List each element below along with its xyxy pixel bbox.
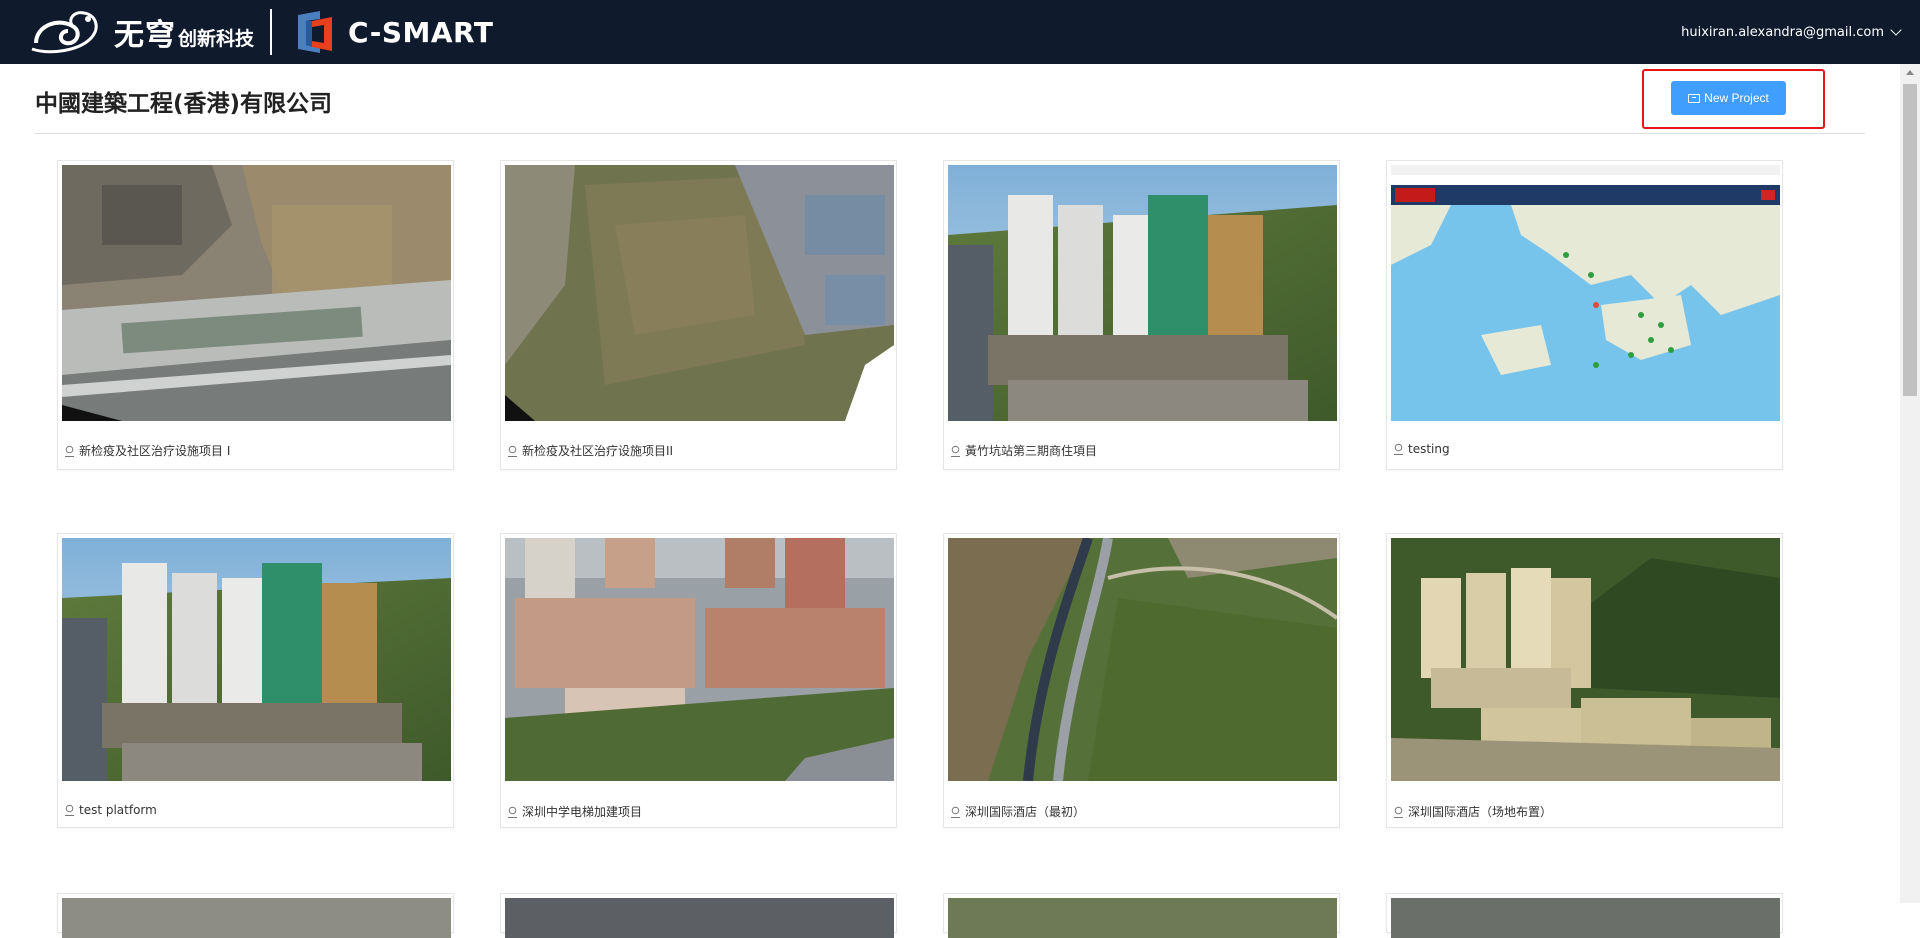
project-label[interactable]: 黃竹坑站第三期商住項目 xyxy=(950,442,1097,459)
brand-divider xyxy=(270,9,273,55)
scrollbar-thumb[interactable] xyxy=(1903,84,1917,396)
location-pin-icon xyxy=(951,445,960,457)
project-card[interactable] xyxy=(1386,893,1783,938)
brand-logo[interactable]: 无穹 创新科技 C-SMART xyxy=(30,0,493,64)
location-pin-icon xyxy=(65,804,74,816)
location-pin-icon xyxy=(1394,806,1403,818)
project-label[interactable]: 新检疫及社区治疗设施项目II xyxy=(507,442,673,459)
project-label[interactable]: 深圳国际酒店（场地布置） xyxy=(1393,803,1552,820)
project-label[interactable]: 新检疫及社区治疗设施项目 I xyxy=(64,442,230,459)
project-name: 黃竹坑站第三期商住項目 xyxy=(965,444,1098,458)
new-project-button[interactable]: New Project xyxy=(1671,81,1786,115)
project-thumbnail[interactable] xyxy=(948,538,1337,781)
project-card[interactable]: 深圳国际酒店（最初） xyxy=(943,533,1340,828)
project-name: 新检疫及社区治疗设施项目II xyxy=(522,444,674,458)
project-card[interactable]: 新检疫及社区治疗设施项目 I xyxy=(57,160,454,470)
project-card[interactable]: 新检疫及社区治疗设施项目II xyxy=(500,160,897,470)
c-smart-logo-icon xyxy=(298,11,333,53)
brand-name: 无穹 xyxy=(114,18,176,53)
project-thumbnail[interactable] xyxy=(62,165,451,421)
project-label[interactable]: 深圳国际酒店（最初） xyxy=(950,803,1085,820)
project-card[interactable]: test platform xyxy=(57,533,454,828)
project-thumbnail[interactable] xyxy=(1391,898,1780,938)
project-card[interactable] xyxy=(57,893,454,938)
swirl-logo-icon xyxy=(31,11,98,54)
project-thumbnail[interactable] xyxy=(948,898,1337,938)
project-card[interactable] xyxy=(943,893,1340,938)
project-thumbnail[interactable] xyxy=(948,165,1337,421)
chevron-down-icon xyxy=(1890,24,1902,36)
project-name: 新检疫及社区治疗设施项目 I xyxy=(79,444,231,458)
location-pin-icon xyxy=(65,445,74,457)
project-thumbnail[interactable] xyxy=(1391,538,1780,781)
project-name: test platform xyxy=(79,803,157,817)
project-thumbnail[interactable] xyxy=(505,165,894,421)
product-name: C-SMART xyxy=(348,15,494,49)
project-name: testing xyxy=(1408,442,1450,456)
location-pin-icon xyxy=(951,806,960,818)
location-pin-icon xyxy=(1394,443,1403,455)
user-menu[interactable]: huixiran.alexandra@gmail.com xyxy=(1681,0,1902,64)
project-thumbnail[interactable] xyxy=(505,538,894,781)
project-card[interactable]: testing xyxy=(1386,160,1783,470)
project-label[interactable]: test platform xyxy=(64,803,157,817)
project-name: 深圳国际酒店（最初） xyxy=(965,805,1086,819)
project-card[interactable]: 深圳国际酒店（场地布置） xyxy=(1386,533,1783,828)
project-label[interactable]: testing xyxy=(1393,442,1450,456)
project-thumbnail[interactable] xyxy=(505,898,894,938)
location-pin-icon xyxy=(508,445,517,457)
page-scrollbar[interactable] xyxy=(1900,64,1920,903)
brand-subtitle: 创新科技 xyxy=(178,27,255,50)
scroll-up-arrow-icon[interactable] xyxy=(1906,70,1914,75)
project-name: 深圳国际酒店（场地布置） xyxy=(1408,805,1553,819)
project-card[interactable]: 深圳中学电梯加建项目 xyxy=(500,533,897,828)
location-pin-icon xyxy=(508,806,517,818)
new-project-label: New Project xyxy=(1704,91,1769,105)
user-email: huixiran.alexandra@gmail.com xyxy=(1681,24,1884,40)
folder-add-icon xyxy=(1688,93,1701,103)
project-label[interactable]: 深圳中学电梯加建项目 xyxy=(507,803,642,820)
page-title: 中國建築工程(香港)有限公司 xyxy=(35,91,333,117)
top-navigation-bar: 无穹 创新科技 C-SMART huixiran.alexandra@gmail… xyxy=(0,0,1920,64)
title-divider xyxy=(35,133,1865,134)
project-card[interactable]: 黃竹坑站第三期商住項目 xyxy=(943,160,1340,470)
project-thumbnail[interactable] xyxy=(62,538,451,781)
project-thumbnail[interactable] xyxy=(62,898,451,938)
project-card[interactable] xyxy=(500,893,897,938)
project-name: 深圳中学电梯加建项目 xyxy=(522,805,643,819)
project-thumbnail[interactable] xyxy=(1391,165,1780,421)
